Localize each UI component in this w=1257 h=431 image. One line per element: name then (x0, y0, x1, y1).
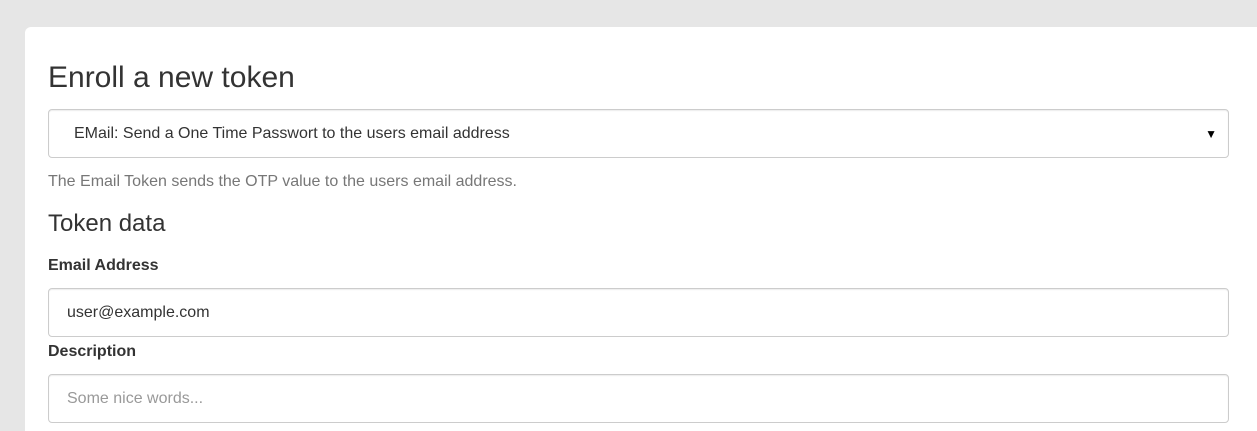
description-label: Description (48, 343, 137, 360)
email-address-input[interactable] (48, 288, 1229, 337)
token-type-selected-value: EMail: Send a One Time Passwort to the u… (74, 125, 510, 142)
enroll-token-panel: Enroll a new token EMail: Send a One Tim… (25, 27, 1257, 431)
token-type-help-text: The Email Token sends the OTP value to t… (48, 173, 517, 190)
email-address-label: Email Address (48, 257, 159, 274)
page-title: Enroll a new token (48, 61, 295, 94)
triangle-down-icon[interactable]: ▼ (1205, 125, 1217, 143)
token-type-select[interactable]: EMail: Send a One Time Passwort to the u… (48, 109, 1229, 158)
description-input[interactable] (48, 374, 1229, 423)
token-data-heading: Token data (48, 210, 166, 237)
